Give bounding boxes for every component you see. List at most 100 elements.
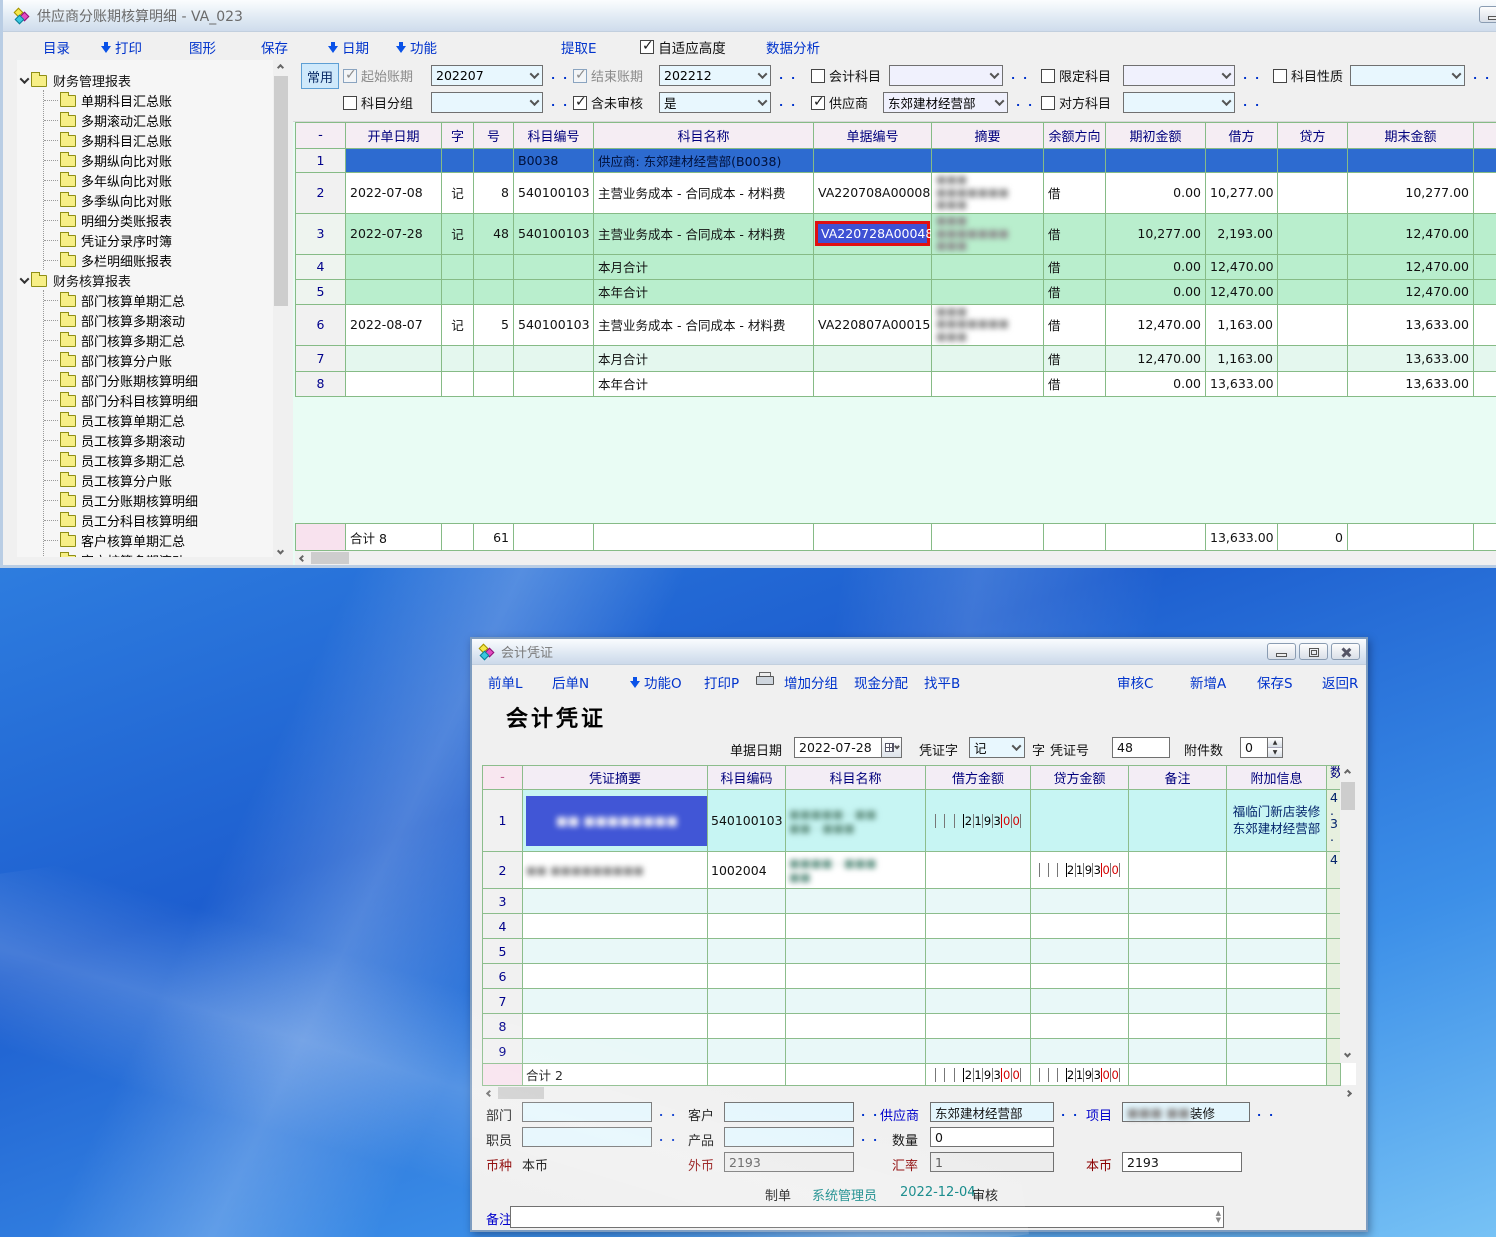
voucher-empty-row[interactable]: 4 — [483, 914, 1341, 939]
next-voucher-button[interactable]: 后单N — [552, 672, 589, 692]
checkbox-icon[interactable] — [1273, 69, 1287, 83]
spinner-icon[interactable]: ▲▼ — [1268, 737, 1283, 758]
checkbox-checked-icon[interactable] — [640, 40, 654, 54]
cell-word[interactable]: 记 — [442, 304, 474, 345]
scroll-down-icon[interactable] — [1340, 1048, 1355, 1063]
tree-item[interactable]: 员工核算分户账 — [44, 470, 273, 490]
calendar-icon[interactable] — [882, 737, 902, 758]
print-button[interactable]: 打印P — [704, 672, 739, 692]
project-input[interactable]: ■■■ ■■装修. . — [1122, 1102, 1275, 1122]
col-remark[interactable]: 备注 — [1129, 766, 1227, 790]
cell-begin[interactable]: 10,277.00 — [1106, 213, 1206, 254]
voucher-empty-row[interactable]: 7 — [483, 989, 1341, 1014]
voucher-empty-row[interactable]: 5 — [483, 939, 1341, 964]
col-credit[interactable]: 贷方 — [1278, 123, 1348, 149]
col-date[interactable]: 开单日期 — [346, 123, 442, 149]
voucher-empty-row[interactable]: 8 — [483, 1014, 1341, 1039]
cell-acct-code[interactable]: B0038 — [514, 149, 594, 173]
col-extra-info[interactable]: 附加信息 — [1227, 766, 1327, 790]
menu-catalog[interactable]: 目录 — [43, 37, 70, 57]
tree-item[interactable]: 多年纵向比对账 — [44, 170, 273, 190]
cell-extra-info[interactable]: 福临门新店装修 东郊建材经营部 — [1227, 790, 1327, 852]
cell-begin[interactable]: 0.00 — [1106, 173, 1206, 214]
tree-root-finance-acct[interactable]: 财务核算报表 — [17, 270, 273, 290]
tree-item[interactable]: 部门核算单期汇总 — [44, 290, 273, 310]
menu-function[interactable]: 功能 — [396, 37, 437, 57]
cell-direction[interactable]: 借 — [1044, 371, 1106, 396]
cell-code[interactable]: 1002004 — [708, 852, 786, 889]
cell-acct-name[interactable]: 主营业务成本 - 合同成本 - 材料费 — [594, 213, 814, 254]
cell-doc-no[interactable]: VA220708A00008GCC — [814, 173, 932, 214]
voucher-row[interactable]: 2 ■■ ■■■■■■■■■ 1002004 ■■■■ - ■■■ ■■ 219… — [483, 852, 1341, 889]
local-input[interactable]: 2193 — [1122, 1152, 1242, 1172]
cell-date[interactable]: 2022-07-28 — [346, 213, 442, 254]
tree-item[interactable]: 部门分科目核算明细 — [44, 390, 273, 410]
save-button[interactable]: 保存S — [1257, 672, 1293, 692]
tree-item[interactable]: 凭证分录序时簿 — [44, 230, 273, 250]
chevron-down-icon[interactable] — [20, 74, 30, 84]
table-row-subtotal[interactable]: 4 本月合计 借 0.00 12,470.00 12,470.00 — [296, 254, 1496, 279]
supplier-input[interactable]: 东郊建材经营部. . — [930, 1102, 1079, 1122]
table-row-subtotal[interactable]: 5 本年合计 借 0.00 12,470.00 12,470.00 — [296, 279, 1496, 304]
tree-item[interactable]: 员工分科目核算明细 — [44, 510, 273, 530]
cell-doc-no[interactable]: VA220807A00015GIE — [814, 304, 932, 345]
selected-cell[interactable]: VA220728A00048GGC — [815, 221, 930, 246]
cell-acct-code[interactable]: 540100103 — [514, 304, 594, 345]
cell-acct-code[interactable]: 540100103 — [514, 213, 594, 254]
doc-date-input[interactable]: 2022-07-28 — [794, 737, 902, 758]
tree-item[interactable]: 单期科目汇总账 — [44, 90, 273, 110]
opposite-account-select[interactable]: . . — [1123, 92, 1261, 113]
cell-acct-name[interactable]: 主营业务成本 - 合同成本 - 材料费 — [594, 304, 814, 345]
minimize-button[interactable] — [1479, 6, 1496, 23]
selected-summary-cell[interactable]: ■■ ■■■■■■■■ — [526, 796, 708, 846]
cell-code[interactable]: 540100103 — [708, 790, 786, 852]
account-select[interactable]: . . — [889, 65, 1029, 86]
tree-item[interactable]: 多季纵向比对账 — [44, 190, 273, 210]
cell-acct-name[interactable]: 本年合计 — [594, 371, 814, 396]
cell-no[interactable]: 5 — [474, 304, 514, 345]
cell-direction[interactable]: 借 — [1044, 173, 1106, 214]
tree-item[interactable]: 多期滚动汇总账 — [44, 110, 273, 130]
voucher-empty-row[interactable]: 6 — [483, 964, 1341, 989]
report-hscrollbar[interactable] — [295, 551, 1496, 565]
tree-item[interactable]: 明细分类账报表 — [44, 210, 273, 230]
audit-button[interactable]: 审核C — [1117, 672, 1153, 692]
col-summary[interactable]: 摘要 — [932, 123, 1044, 149]
adaptive-height-toggle[interactable]: 自适应高度 — [640, 37, 726, 57]
cell-name[interactable]: ■■■■ - ■■■ ■■ — [786, 852, 926, 889]
common-tab-button[interactable]: 常用 — [301, 63, 339, 89]
scroll-right-icon[interactable] — [1341, 1086, 1356, 1101]
voucher-empty-row[interactable]: 9 — [483, 1039, 1341, 1064]
col-word[interactable]: 字 — [442, 123, 474, 149]
voucher-no-input[interactable]: 48 — [1112, 737, 1170, 758]
start-period-select[interactable]: 202207. . — [431, 65, 569, 86]
cell-acct-name[interactable]: 主营业务成本 - 合同成本 - 材料费 — [594, 173, 814, 214]
cell-name[interactable]: ■■■■■ - ■■ ■■ - ■■■ — [786, 790, 926, 852]
include-unaudited-select[interactable]: 是. . — [659, 92, 797, 113]
voucher-word-select[interactable]: 记 — [969, 737, 1025, 758]
tree-item[interactable]: 多期纵向比对账 — [44, 150, 273, 170]
rate-input[interactable]: 1 — [930, 1152, 1054, 1172]
back-button[interactable]: 返回R — [1322, 672, 1358, 692]
customer-input[interactable]: . . — [724, 1102, 879, 1122]
cell-direction[interactable]: 借 — [1044, 279, 1106, 304]
scroll-up-icon[interactable] — [273, 60, 288, 75]
menu-print[interactable]: 打印 — [101, 37, 142, 57]
tree-item[interactable]: 员工核算多期汇总 — [44, 450, 273, 470]
tree-item[interactable]: 部门核算多期汇总 — [44, 330, 273, 350]
balance-button[interactable]: 找平B — [924, 672, 960, 692]
close-button[interactable] — [1331, 643, 1360, 660]
cell-end[interactable]: 12,470.00 — [1348, 213, 1474, 254]
cell-debit[interactable]: 10,277.00 — [1206, 173, 1278, 214]
cell-acct-name[interactable]: 本月合计 — [594, 254, 814, 279]
col-select[interactable]: - — [296, 123, 346, 149]
tree-item[interactable]: 员工分账期核算明细 — [44, 490, 273, 510]
cell-direction[interactable]: 借 — [1044, 345, 1106, 371]
cell-date[interactable]: 2022-08-07 — [346, 304, 442, 345]
table-row-subtotal[interactable]: 7 本月合计 借 12,470.00 1,163.00 13,633.00 — [296, 345, 1496, 371]
checkbox-icon[interactable] — [1041, 96, 1055, 110]
col-direction[interactable]: 余额方向 — [1044, 123, 1106, 149]
table-row-group[interactable]: 1 B0038 供应商: 东郊建材经营部(B0038) — [296, 149, 1496, 173]
cell-direction[interactable]: 借 — [1044, 304, 1106, 345]
table-row-selected[interactable]: 3 2022-07-28 记 48 540100103 主营业务成本 - 合同成… — [296, 213, 1496, 254]
